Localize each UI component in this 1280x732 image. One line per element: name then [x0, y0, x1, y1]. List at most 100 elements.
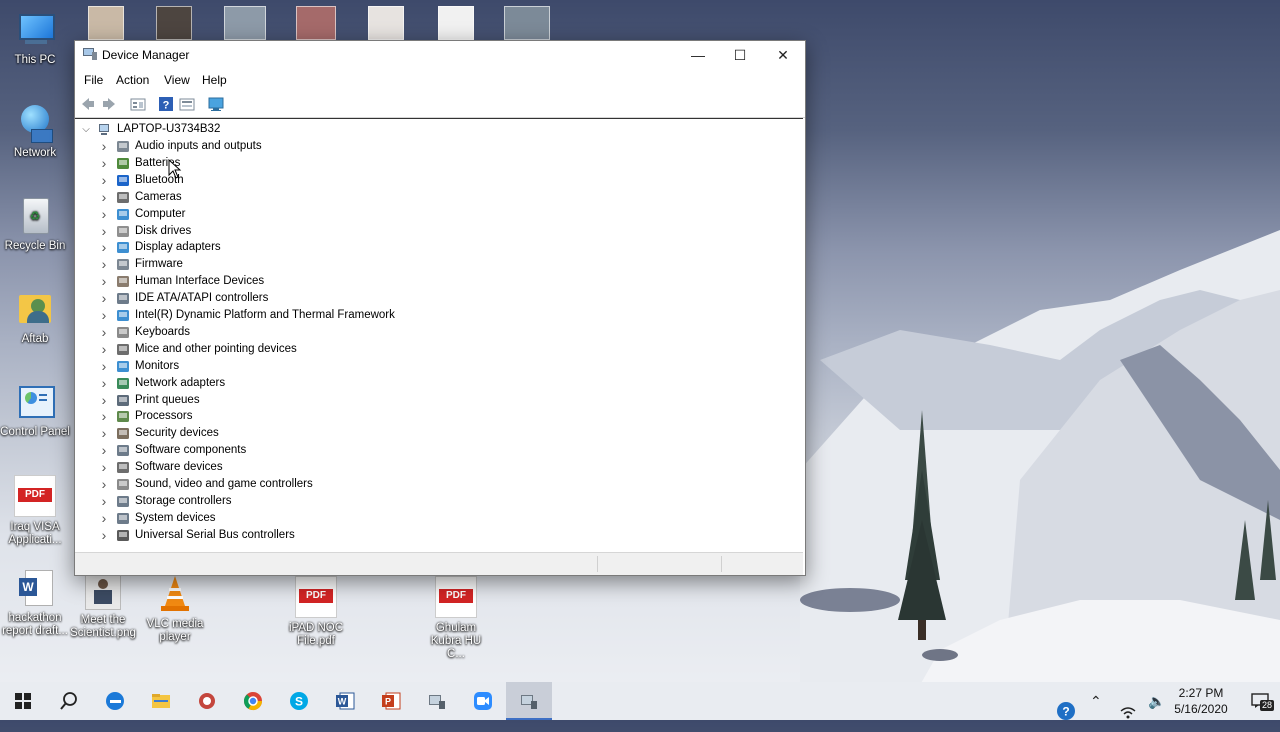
desktop-icon-recycle-bin[interactable]: ♻ Recycle Bin: [0, 196, 70, 253]
desktop-icon-hackathon-report[interactable]: W hackathon report draft...: [0, 568, 70, 638]
desktop-thumbnail[interactable]: [368, 6, 404, 40]
menu-view[interactable]: View: [164, 73, 190, 87]
chevron-right-icon[interactable]: ›: [99, 408, 109, 425]
back-arrow-icon[interactable]: [80, 96, 96, 112]
chevron-right-icon[interactable]: ›: [99, 189, 109, 206]
chevron-up-icon[interactable]: ⌃: [1090, 682, 1102, 720]
chevron-right-icon[interactable]: ›: [99, 341, 109, 358]
taskbar-chrome[interactable]: [230, 682, 276, 720]
device-category-keyboard[interactable]: › Keyboards: [75, 324, 803, 341]
taskbar-device-manager[interactable]: [506, 682, 552, 720]
chevron-right-icon[interactable]: ›: [99, 510, 109, 527]
chevron-right-icon[interactable]: ›: [99, 239, 109, 256]
desktop-icon-vlc[interactable]: VLC media player: [140, 574, 210, 644]
chevron-right-icon[interactable]: ›: [99, 442, 109, 459]
menu-help[interactable]: Help: [202, 73, 227, 87]
chevron-right-icon[interactable]: ›: [99, 307, 109, 324]
tree-root[interactable]: ⌵ LAPTOP-U3734B32: [75, 121, 803, 138]
taskbar-file-explorer[interactable]: [138, 682, 184, 720]
chevron-right-icon[interactable]: ›: [99, 155, 109, 172]
device-category-usb[interactable]: › Universal Serial Bus controllers: [75, 527, 803, 544]
desktop-thumbnail[interactable]: [438, 6, 474, 40]
chevron-down-icon[interactable]: ⌵: [81, 121, 91, 138]
taskbar-word[interactable]: W: [322, 682, 368, 720]
device-category-firmware[interactable]: › Firmware: [75, 256, 803, 273]
chevron-right-icon[interactable]: ›: [99, 223, 109, 240]
desktop-thumbnail[interactable]: [296, 6, 336, 40]
chevron-right-icon[interactable]: ›: [99, 273, 109, 290]
chevron-right-icon[interactable]: ›: [99, 375, 109, 392]
device-category-ide-controller[interactable]: › IDE ATA/ATAPI controllers: [75, 290, 803, 307]
chevron-right-icon[interactable]: ›: [99, 392, 109, 409]
chevron-right-icon[interactable]: ›: [99, 138, 109, 155]
device-category-network-adapter[interactable]: › Network adapters: [75, 375, 803, 392]
properties-view-icon[interactable]: [130, 96, 146, 112]
device-category-system[interactable]: › System devices: [75, 510, 803, 527]
desktop-icon-meet-the-scientist[interactable]: Meet the Scientist.png: [68, 574, 138, 640]
taskbar-network-tool[interactable]: [414, 682, 460, 720]
taskbar-skype[interactable]: S: [276, 682, 322, 720]
chevron-right-icon[interactable]: ›: [99, 358, 109, 375]
taskbar-zoom[interactable]: [460, 682, 506, 720]
desktop-icon-aftab[interactable]: Aftab: [0, 289, 70, 346]
chevron-right-icon[interactable]: ›: [99, 527, 109, 544]
desktop-thumbnail[interactable]: [156, 6, 192, 40]
device-manager-window[interactable]: Device Manager — ☐ ✕ File Action View He…: [74, 40, 806, 576]
device-category-bluetooth[interactable]: › Bluetooth: [75, 172, 803, 189]
device-category-computer[interactable]: › Computer: [75, 206, 803, 223]
start-button[interactable]: [0, 682, 46, 720]
device-category-mouse[interactable]: › Mice and other pointing devices: [75, 341, 803, 358]
device-category-software-device[interactable]: › Software devices: [75, 459, 803, 476]
taskbar-snipping-tool[interactable]: [184, 682, 230, 720]
device-category-battery[interactable]: › Batteries: [75, 155, 803, 172]
device-category-thermal[interactable]: › Intel(R) Dynamic Platform and Thermal F…: [75, 307, 803, 324]
desktop-thumbnail[interactable]: [224, 6, 266, 40]
chevron-right-icon[interactable]: ›: [99, 493, 109, 510]
minimize-button[interactable]: —: [676, 41, 720, 69]
menu-file[interactable]: File: [84, 73, 103, 87]
chevron-right-icon[interactable]: ›: [99, 256, 109, 273]
device-category-camera[interactable]: › Cameras: [75, 189, 803, 206]
chevron-right-icon[interactable]: ›: [99, 172, 109, 189]
search-button[interactable]: [46, 682, 92, 720]
device-category-security[interactable]: › Security devices: [75, 425, 803, 442]
help-tray-icon[interactable]: ?: [1056, 692, 1076, 730]
device-category-printer[interactable]: › Print queues: [75, 392, 803, 409]
resources-view-icon[interactable]: [179, 96, 195, 112]
desktop-icon-ghulam-kubra[interactable]: PDF Ghulam Kubra HU C...: [421, 576, 491, 661]
desktop-icon-iraq-visa[interactable]: PDF Iraq VISA Applicati...: [0, 475, 70, 547]
chevron-right-icon[interactable]: ›: [99, 425, 109, 442]
close-button[interactable]: ✕: [761, 41, 805, 69]
forward-arrow-icon[interactable]: [101, 96, 117, 112]
chevron-right-icon[interactable]: ›: [99, 459, 109, 476]
volume-icon[interactable]: 🔈: [1148, 682, 1165, 720]
device-category-storage[interactable]: › Storage controllers: [75, 493, 803, 510]
taskbar-edge[interactable]: [92, 682, 138, 720]
device-tree[interactable]: ⌵ LAPTOP-U3734B32 › Audio inputs and outp…: [75, 118, 803, 551]
device-category-display-adapter[interactable]: › Display adapters: [75, 239, 803, 256]
desktop-icon-network[interactable]: Network: [0, 103, 70, 160]
chevron-right-icon[interactable]: ›: [99, 476, 109, 493]
chevron-right-icon[interactable]: ›: [99, 206, 109, 223]
title-bar[interactable]: Device Manager — ☐ ✕: [75, 41, 805, 69]
device-category-sound[interactable]: › Sound, video and game controllers: [75, 476, 803, 493]
desktop-icon-this-pc[interactable]: This PC: [0, 10, 70, 67]
action-center-button[interactable]: 28: [1238, 682, 1280, 720]
device-category-hid[interactable]: › Human Interface Devices: [75, 273, 803, 290]
device-category-disk-drive[interactable]: › Disk drives: [75, 223, 803, 240]
help-icon[interactable]: ?: [158, 96, 174, 112]
device-category-processor[interactable]: › Processors: [75, 408, 803, 425]
desktop-thumbnail[interactable]: [88, 6, 124, 40]
chevron-right-icon[interactable]: ›: [99, 290, 109, 307]
taskbar-clock[interactable]: 2:27 PM 5/16/2020: [1166, 685, 1236, 717]
desktop-icon-control-panel[interactable]: Control Panel: [0, 382, 70, 439]
desktop-icon-ipad-noc[interactable]: PDF iPAD NOC File.pdf: [281, 576, 351, 648]
maximize-button[interactable]: ☐: [718, 41, 762, 69]
scan-hardware-icon[interactable]: [208, 96, 224, 112]
desktop-thumbnail[interactable]: [504, 6, 550, 40]
chevron-right-icon[interactable]: ›: [99, 324, 109, 341]
menu-action[interactable]: Action: [116, 73, 149, 87]
device-category-software-component[interactable]: › Software components: [75, 442, 803, 459]
device-category-audio[interactable]: › Audio inputs and outputs: [75, 138, 803, 155]
wifi-icon[interactable]: [1120, 694, 1136, 732]
